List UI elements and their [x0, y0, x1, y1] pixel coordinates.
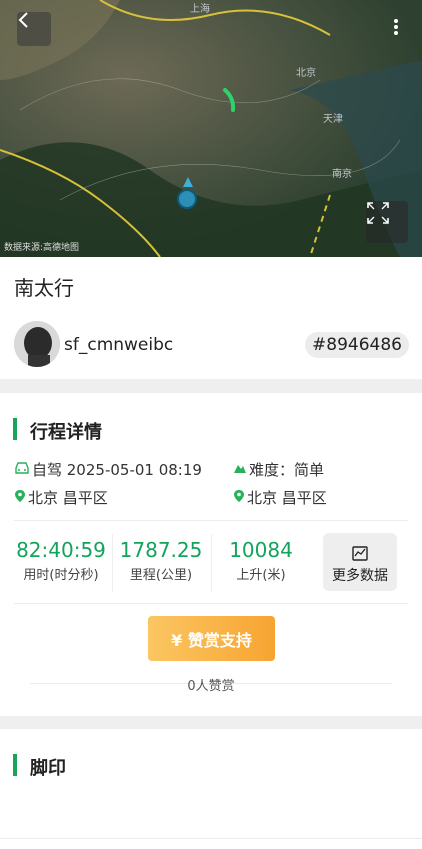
map-label-1: 北京 [296, 68, 316, 79]
mode-time-info: 自驾 2025-05-01 08:19 [14, 459, 202, 480]
divider [0, 838, 422, 839]
start-location-info: 北京 昌平区 [14, 487, 108, 508]
footprint-card [0, 729, 422, 849]
more-vertical-icon [394, 19, 398, 35]
map-label-4: 上海 [190, 4, 210, 15]
difficulty-icon [233, 461, 247, 478]
map-terrain [0, 0, 422, 257]
start-location-text: 北京 昌平区 [28, 489, 108, 507]
stat-label: 里程(公里) [129, 568, 193, 583]
location-pin-icon [233, 489, 245, 507]
back-button[interactable] [17, 12, 51, 46]
username[interactable]: sf_cmnweibc [64, 335, 173, 355]
location-pin-icon [14, 489, 26, 507]
route-title: 南太行 [14, 276, 74, 300]
stat-distance: 1787.25 里程(公里) [111, 538, 211, 583]
chart-icon [323, 546, 397, 565]
map-label-3: 南京 [332, 169, 352, 180]
avatar[interactable] [14, 321, 60, 367]
more-options-button[interactable] [394, 18, 408, 42]
expand-icon [367, 202, 389, 224]
divider [14, 520, 408, 521]
end-location-info: 北京 昌平区 [233, 487, 327, 508]
difficulty-info: 难度：简单 [233, 459, 324, 480]
more-data-label: 更多数据 [332, 568, 388, 584]
trip-detail-title: 行程详情 [30, 422, 102, 443]
route-map[interactable]: 北京 天津 南京 上海 数据来源:高德地图 [0, 0, 422, 257]
stat-value: 10084 [229, 538, 293, 562]
difficulty-text: 难度：简单 [249, 461, 325, 479]
car-icon [14, 461, 30, 478]
stat-label: 用时(时分秒) [23, 568, 99, 583]
section-accent-bar [13, 418, 17, 440]
chevron-left-icon [18, 12, 28, 28]
map-credit: 数据来源:高德地图 [4, 243, 80, 253]
footprint-title: 脚印 [30, 758, 66, 779]
map-label-2: 天津 [323, 114, 343, 125]
section-accent-bar [13, 754, 17, 776]
stat-ascent: 10084 上升(米) [211, 538, 311, 583]
route-id-badge: #8946486 [305, 332, 409, 358]
user-avatar-icon [14, 321, 60, 367]
fullscreen-button[interactable] [366, 201, 408, 243]
stat-duration: 82:40:59 用时(时分秒) [11, 538, 111, 583]
divider [14, 603, 408, 604]
more-data-button[interactable]: 更多数据 [323, 533, 397, 591]
mode-time-text: 自驾 2025-05-01 08:19 [32, 461, 202, 479]
stat-value: 1787.25 [119, 538, 203, 562]
stat-value: 82:40:59 [16, 538, 106, 562]
reward-count: 0人赞赏 [187, 679, 235, 694]
reward-button[interactable]: ¥ 赞赏支持 [148, 616, 275, 661]
stat-label: 上升(米) [236, 568, 286, 583]
end-location-text: 北京 昌平区 [247, 489, 327, 507]
